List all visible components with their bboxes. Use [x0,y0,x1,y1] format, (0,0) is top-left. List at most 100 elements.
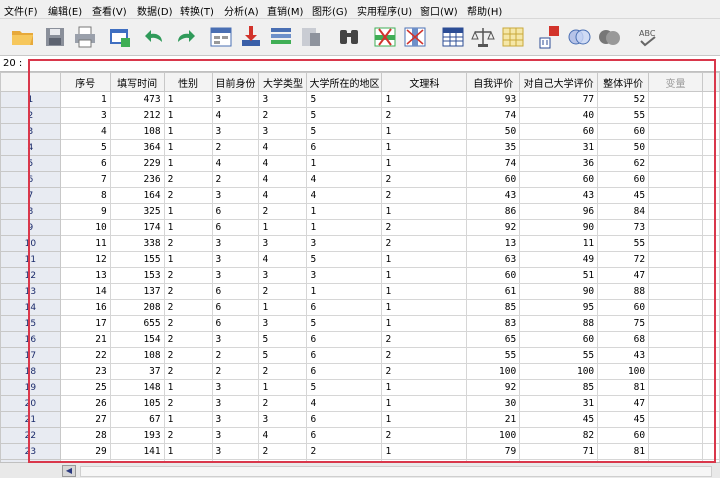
data-cell[interactable]: 1 [163,139,213,156]
data-cell[interactable]: 73 [597,219,650,236]
data-cell[interactable]: 3 [211,251,260,268]
data-cell[interactable]: 6 [306,363,383,380]
data-cell[interactable]: 4 [258,427,308,444]
data-cell[interactable]: 4 [306,395,383,412]
empty-cell[interactable] [648,427,703,444]
row-header[interactable]: 22 [0,427,61,444]
data-cell[interactable]: 2 [258,283,308,300]
empty-cell[interactable] [648,235,703,252]
data-cell[interactable]: 2 [258,363,308,380]
data-cell[interactable]: 43 [466,187,521,204]
data-cell[interactable]: 12 [59,251,111,268]
data-cell[interactable]: 60 [519,331,599,348]
data-cell[interactable]: 13 [466,235,521,252]
row-header[interactable]: 1 [0,91,61,108]
data-cell[interactable]: 47 [597,395,650,412]
data-cell[interactable]: 83 [466,315,521,332]
save-icon[interactable] [42,24,68,50]
data-cell[interactable]: 3 [211,411,260,428]
empty-cell[interactable] [701,251,720,268]
data-cell[interactable]: 28 [59,427,111,444]
data-cell[interactable]: 6 [306,299,383,316]
data-cell[interactable]: 1 [258,219,308,236]
data-cell[interactable]: 2 [163,347,213,364]
data-cell[interactable]: 3 [211,123,260,140]
empty-cell[interactable] [648,395,703,412]
empty-cell[interactable] [701,347,720,364]
data-cell[interactable]: 2 [258,443,308,460]
column-header[interactable]: 大学类型 [258,72,308,92]
data-cell[interactable]: 2 [381,331,468,348]
column-header[interactable]: 整体评价 [597,72,650,92]
data-cell[interactable]: 4 [258,187,308,204]
data-cell[interactable]: 17 [59,315,111,332]
data-cell[interactable]: 3 [258,235,308,252]
data-cell[interactable]: 1 [381,395,468,412]
data-cell[interactable]: 60 [597,299,650,316]
data-cell[interactable]: 1 [306,203,383,220]
menu-file[interactable]: 文件(F) [4,3,38,18]
data-cell[interactable]: 5 [306,379,383,396]
data-cell[interactable]: 154 [109,331,165,348]
data-cell[interactable]: 2 [381,171,468,188]
empty-cell[interactable] [648,203,703,220]
data-cell[interactable]: 5 [306,107,383,124]
empty-cell[interactable] [648,315,703,332]
data-cell[interactable]: 6 [211,203,260,220]
goto-variable-icon[interactable] [238,24,264,50]
data-cell[interactable]: 1 [163,155,213,172]
data-cell[interactable]: 137 [109,283,165,300]
data-cell[interactable]: 25 [59,379,111,396]
data-cell[interactable]: 68 [597,331,650,348]
empty-cell[interactable] [701,315,720,332]
data-cell[interactable]: 92 [466,379,521,396]
row-header[interactable]: 18 [0,363,61,380]
data-cell[interactable]: 3 [59,107,111,124]
data-cell[interactable]: 60 [466,171,521,188]
data-cell[interactable]: 6 [306,331,383,348]
data-cell[interactable]: 100 [597,363,650,380]
data-cell[interactable]: 6 [59,155,111,172]
empty-cell[interactable] [648,283,703,300]
data-cell[interactable]: 2 [258,203,308,220]
data-cell[interactable]: 3 [306,267,383,284]
data-cell[interactable]: 6 [211,219,260,236]
data-cell[interactable]: 43 [597,347,650,364]
insert-variable-icon[interactable] [402,24,428,50]
data-cell[interactable]: 93 [466,91,521,108]
data-cell[interactable]: 153 [109,267,165,284]
data-cell[interactable]: 43 [519,187,599,204]
data-cell[interactable]: 36 [519,155,599,172]
data-cell[interactable]: 52 [597,91,650,108]
empty-cell[interactable] [648,267,703,284]
data-cell[interactable]: 2 [163,171,213,188]
data-cell[interactable]: 108 [109,123,165,140]
data-cell[interactable]: 2 [211,363,260,380]
data-cell[interactable]: 1 [163,219,213,236]
data-cell[interactable]: 108 [109,347,165,364]
data-cell[interactable]: 1 [163,203,213,220]
data-cell[interactable]: 47 [597,267,650,284]
row-header[interactable]: 17 [0,347,61,364]
data-cell[interactable]: 7 [59,171,111,188]
empty-cell[interactable] [701,363,720,380]
data-cell[interactable]: 85 [519,379,599,396]
column-header[interactable]: 性别 [163,72,213,92]
data-cell[interactable]: 74 [466,155,521,172]
data-cell[interactable]: 4 [258,171,308,188]
data-cell[interactable]: 5 [59,139,111,156]
data-cell[interactable]: 2 [381,363,468,380]
row-header[interactable]: 19 [0,379,61,396]
data-cell[interactable]: 2 [163,363,213,380]
menu-window[interactable]: 窗口(W) [420,3,458,18]
data-cell[interactable]: 71 [519,443,599,460]
data-cell[interactable]: 5 [306,315,383,332]
goto-case-icon[interactable] [208,24,234,50]
data-cell[interactable]: 6 [306,427,383,444]
data-cell[interactable]: 2 [211,347,260,364]
data-cell[interactable]: 236 [109,171,165,188]
data-cell[interactable]: 1 [381,251,468,268]
data-cell[interactable]: 1 [258,379,308,396]
column-header[interactable]: 文理科 [381,72,468,92]
data-cell[interactable]: 3 [211,187,260,204]
